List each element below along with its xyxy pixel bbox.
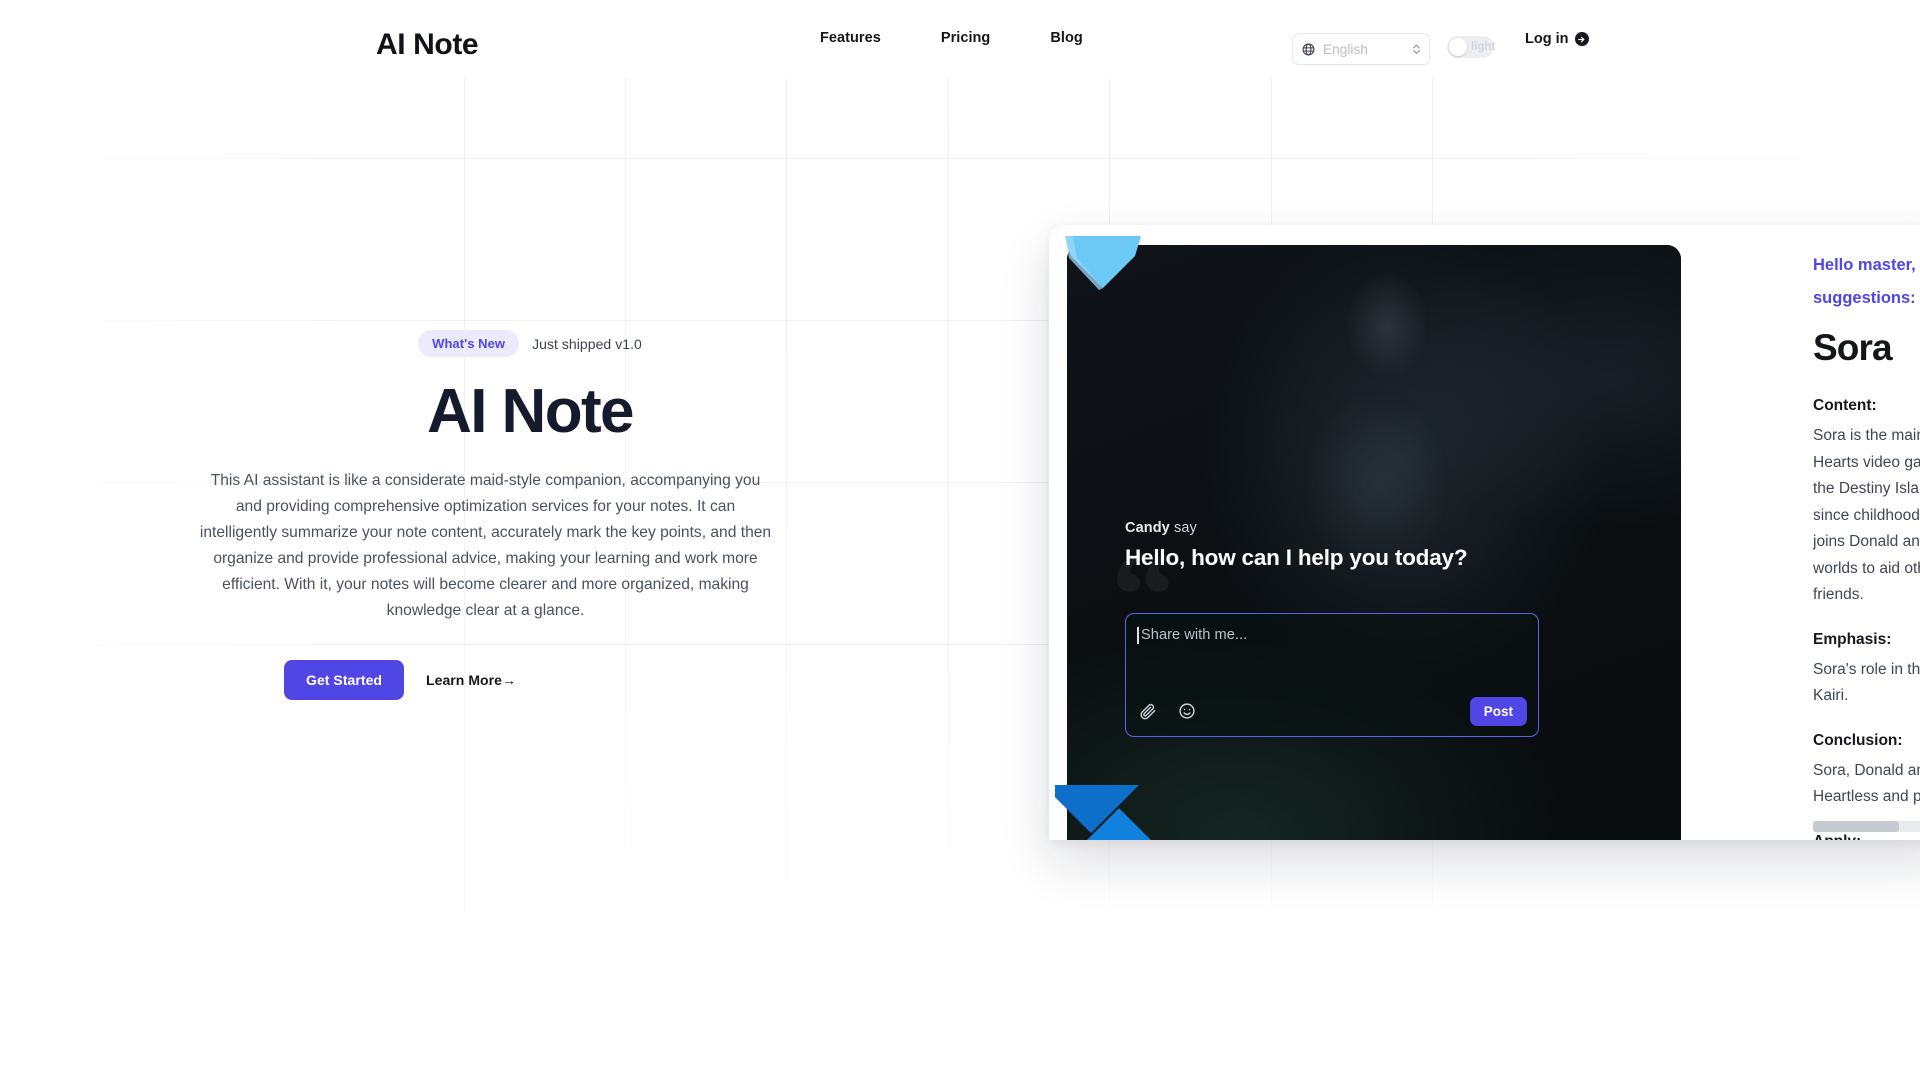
hero-section: What's New Just shipped v1.0 AI Note Thi…	[200, 330, 771, 700]
nav-item-pricing[interactable]: Pricing	[941, 30, 991, 46]
doc-section-line: joins Donald and Goofy to travel across	[1813, 533, 1920, 550]
chat-composer[interactable]: Share with me... Post	[1125, 613, 1539, 737]
theme-toggle[interactable]: light	[1447, 36, 1496, 58]
doc-section-line: Sora, Donald and Goofy fight against the	[1813, 761, 1920, 779]
chat-preview-card: “ Candy say Hello, how can I help you to…	[1067, 245, 1681, 840]
scrollbar-thumb[interactable]	[1813, 821, 1899, 832]
doc-section-line: Heartless and protect the worlds.	[1813, 788, 1920, 805]
chat-greeting: Hello, how can I help you today?	[1125, 545, 1468, 570]
language-value: English	[1323, 41, 1368, 57]
doc-section-line: worlds to aid others and search for his	[1813, 559, 1920, 577]
text-caret	[1137, 627, 1139, 644]
decorative-shape-top	[1065, 236, 1141, 290]
landing-page: AI Note Features Pricing Blog English li…	[0, 0, 1920, 1080]
brand-logo[interactable]: AI Note	[376, 28, 479, 62]
smiley-icon[interactable]	[1178, 702, 1196, 725]
chat-speaker-verb: say	[1173, 520, 1197, 536]
page-title: AI Note	[427, 377, 634, 446]
chevron-up-down-icon	[1411, 41, 1422, 57]
language-selector[interactable]: English	[1292, 33, 1430, 65]
chat-speaker-name: Candy	[1125, 520, 1170, 536]
site-header: AI Note Features Pricing Blog English li…	[0, 0, 1920, 78]
doc-section-line: the Destiny Islands who, along with his	[1813, 480, 1920, 497]
globe-icon	[1302, 43, 1315, 56]
get-started-button[interactable]: Get Started	[284, 659, 405, 700]
doc-section-line: Sora's role in the story alongside Riku …	[1813, 660, 1920, 678]
hero-description: This AI assistant is like a considerate …	[199, 471, 772, 619]
whats-new-badge[interactable]: What's New	[418, 330, 520, 357]
doc-section-line: Sora is the main protagonist of the King…	[1813, 427, 1920, 444]
doc-section-label: Apply:	[1813, 833, 1920, 841]
chat-speaker: Candy say	[1125, 520, 1197, 536]
chat-input-placeholder: Share with me...	[1141, 627, 1248, 643]
doc-section: Emphasis: Sora's role in the story along…	[1811, 631, 1920, 710]
doc-section-line: friends.	[1813, 586, 1864, 603]
login-label: Log in	[1525, 31, 1569, 47]
login-button[interactable]: Log in	[1525, 31, 1589, 47]
note-document-panel: Hello master, here are my suggestions: S…	[1811, 225, 1920, 840]
doc-section: Conclusion: Sora, Donald and Goofy fight…	[1811, 732, 1920, 811]
product-showcase-panel: “ Candy say Hello, how can I help you to…	[1049, 225, 1920, 840]
theme-toggle-label: light	[1471, 41, 1496, 53]
composer-tools	[1139, 702, 1196, 725]
doc-section: Apply: The Kingdom Hearts series lore.	[1811, 833, 1920, 841]
hero-badge-row: What's New Just shipped v1.0	[418, 330, 642, 357]
doc-section-line: Kairi.	[1813, 687, 1849, 704]
learn-more-link[interactable]: Learn More→	[426, 672, 516, 688]
horizontal-scrollbar[interactable]	[1813, 821, 1920, 832]
doc-section-label: Emphasis:	[1813, 630, 1892, 648]
doc-heading-line1: Hello master, here are my	[1813, 256, 1920, 274]
post-button[interactable]: Post	[1469, 697, 1527, 726]
doc-section-line: Hearts video game series. He is a boy fr…	[1813, 453, 1920, 471]
decorative-shape-bottom	[1055, 785, 1170, 840]
hero-cta-row: Get Started Learn More→	[284, 659, 516, 700]
arrow-right-circle-icon	[1574, 32, 1589, 46]
doc-section-label: Conclusion:	[1813, 731, 1903, 749]
doc-section-label: Content:	[1813, 397, 1877, 414]
paperclip-icon[interactable]	[1139, 702, 1157, 725]
ship-note: Just shipped v1.0	[532, 335, 642, 352]
main-navigation: Features Pricing Blog	[820, 30, 1083, 46]
doc-section-line: since childhood friends Riku and Kairi,	[1813, 506, 1920, 524]
chat-background-figure	[1237, 253, 1537, 583]
toggle-knob	[1449, 38, 1467, 56]
nav-item-blog[interactable]: Blog	[1050, 30, 1082, 46]
nav-item-features[interactable]: Features	[820, 30, 881, 46]
doc-title: Sora	[1813, 327, 1893, 368]
doc-section: Content: Sora is the main protagonist of…	[1811, 397, 1920, 609]
doc-heading-line2: suggestions:	[1813, 289, 1916, 307]
